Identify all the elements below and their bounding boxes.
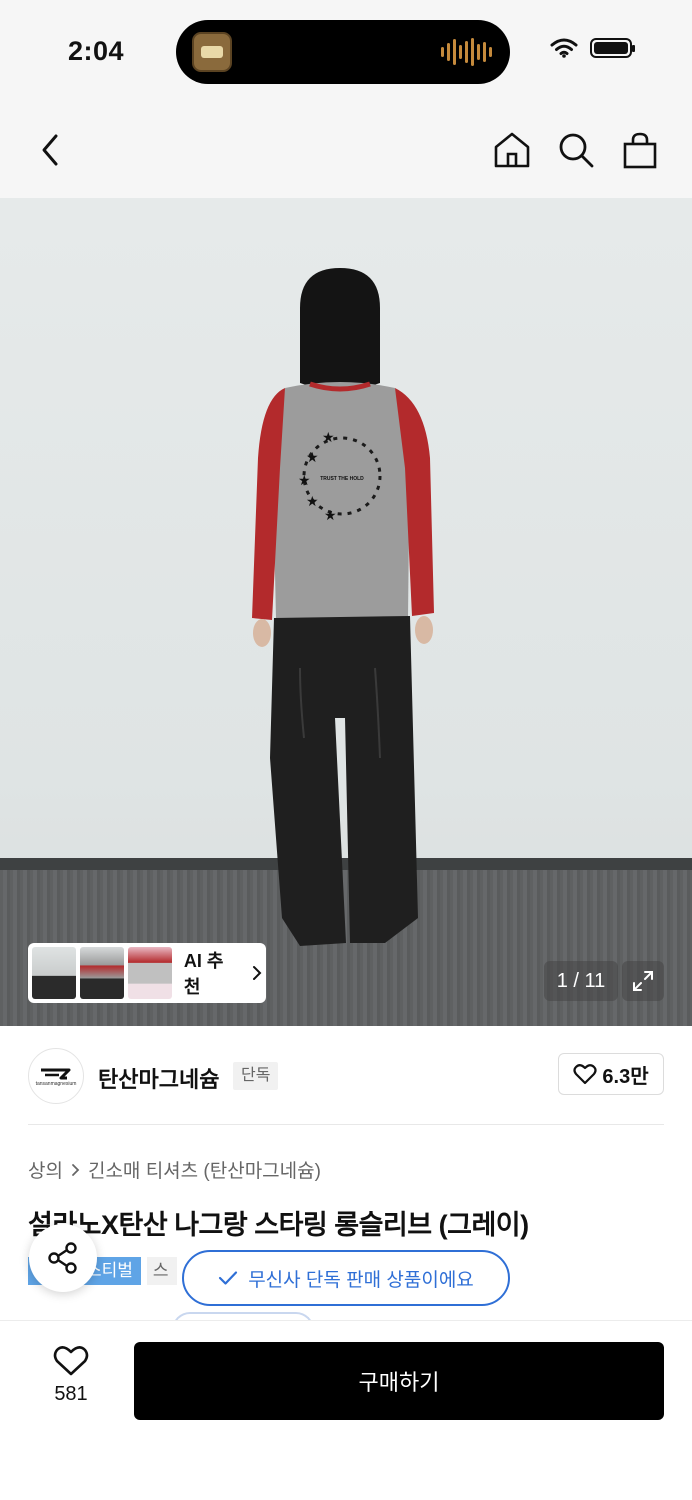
ai-recommend-button[interactable]: AI 추천: [28, 943, 266, 1003]
svg-text:★: ★: [324, 507, 337, 523]
product-tag: 스: [146, 1257, 177, 1285]
now-playing-app-icon: [192, 32, 232, 72]
recommend-thumbnail-3: [127, 947, 172, 999]
product-image-gallery[interactable]: TRUST THE HOLD ★ ★ ★ ★ ★ AI 추천 1 / 11: [0, 198, 692, 1026]
share-icon: [48, 1242, 77, 1274]
cart-button[interactable]: [618, 128, 662, 172]
svg-text:★: ★: [306, 449, 319, 465]
battery-icon: [590, 38, 635, 58]
wishlist-count: 581: [54, 1383, 88, 1405]
chevron-right-icon: [72, 1163, 80, 1176]
share-button[interactable]: [29, 1224, 97, 1292]
exclusive-toast: 무신사 단독 판매 상품이에요: [182, 1250, 510, 1306]
dynamic-island: [176, 20, 510, 84]
image-page-counter: 1 / 11: [544, 961, 618, 1001]
brand-row: tansanmagnesium 탄산마그네슘 단독 6.3만: [28, 1046, 664, 1106]
divider: [28, 1124, 664, 1125]
buy-button[interactable]: 구매하기: [134, 1342, 664, 1420]
status-time: 2:04: [68, 36, 125, 66]
expand-icon: [633, 971, 653, 991]
status-icons: [550, 38, 635, 58]
shirt-print-text: TRUST THE HOLD: [320, 476, 364, 482]
search-icon: [559, 133, 594, 168]
breadcrumb: 상의 긴소매 티셔츠 (탄산마그네슘): [28, 1156, 321, 1183]
product-photo-model: TRUST THE HOLD ★ ★ ★ ★ ★: [252, 268, 434, 946]
chevron-left-icon: [42, 134, 58, 166]
svg-text:★: ★: [298, 472, 311, 488]
recommend-thumbnail-2: [79, 947, 124, 999]
top-nav-bar: [0, 100, 692, 198]
svg-text:★: ★: [306, 493, 319, 509]
wishlist-button[interactable]: 581: [40, 1345, 102, 1415]
breadcrumb-category[interactable]: 상의: [28, 1156, 63, 1183]
back-button[interactable]: [28, 128, 72, 172]
product-title: 설라노X탄산 나그랑 스타링 롱슬리브 (그레이): [28, 1210, 529, 1240]
bottom-action-bar: 581 구매하기: [0, 1320, 692, 1500]
brand-logo-text: tansanmagnesium: [35, 1080, 77, 1087]
wifi-icon: [550, 38, 578, 58]
brand-logo-mark: [41, 1068, 71, 1079]
brand-logo[interactable]: tansanmagnesium: [28, 1048, 84, 1104]
brand-like-count: 6.3만: [602, 1065, 649, 1088]
breadcrumb-subcategory[interactable]: 긴소매 티셔츠 (탄산마그네슘): [88, 1156, 321, 1183]
home-button[interactable]: [490, 128, 534, 172]
brand-name-link[interactable]: 탄산마그네슘: [98, 1062, 219, 1094]
shopping-bag-icon: [623, 132, 657, 169]
expand-image-button[interactable]: [622, 961, 664, 1001]
heart-icon: [53, 1346, 89, 1376]
audio-waveform-icon: [441, 38, 492, 66]
check-icon: [219, 1271, 238, 1285]
home-icon: [494, 132, 530, 168]
ai-recommend-label: AI 추천: [183, 951, 224, 997]
chevron-right-icon: [253, 966, 262, 980]
status-bar: 2:04: [0, 0, 692, 100]
svg-text:★: ★: [322, 429, 335, 445]
exclusive-badge: 단독: [233, 1062, 279, 1090]
heart-icon: [573, 1064, 597, 1085]
exclusive-toast-text: 무신사 단독 판매 상품이에요: [248, 1269, 474, 1291]
brand-like-button[interactable]: 6.3만: [558, 1053, 664, 1095]
recommend-thumbnail-1: [32, 947, 76, 999]
search-button[interactable]: [554, 128, 598, 172]
